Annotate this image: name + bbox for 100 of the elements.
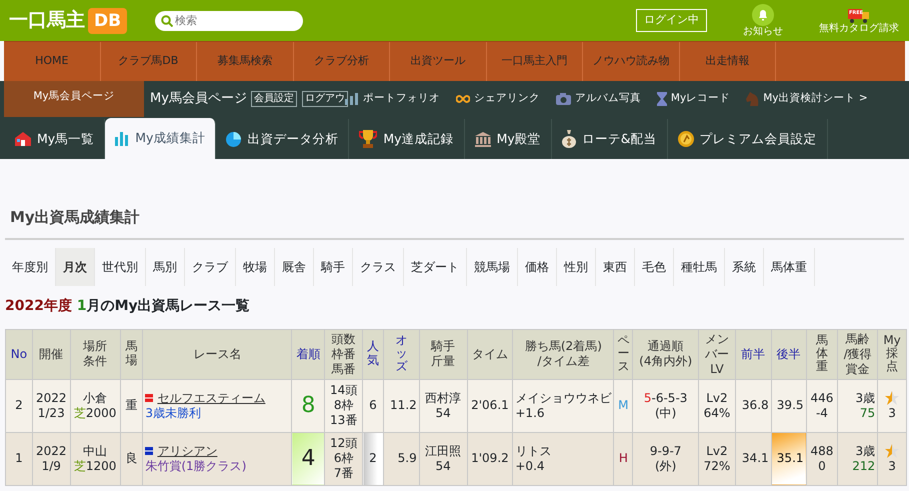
table-cell-text: 75 [858,406,876,420]
filter-tab[interactable]: 系統 [725,248,764,286]
column-header: 馬体重 [806,329,838,379]
trophy-icon [359,130,378,148]
column-header: /タイム差 [536,354,590,369]
column-header: 枠番 [330,346,357,362]
column-header: (4角内外) [638,354,694,369]
filter-tab[interactable]: 東西 [596,248,635,286]
horse-name-link[interactable]: セルフエスティーム [157,390,266,406]
column-header: /獲得 [842,346,873,362]
filter-tab[interactable]: 世代別 [95,248,146,286]
frame-color-mark [145,394,154,402]
frame-color-mark [145,447,154,455]
money-bag-icon [562,130,576,148]
column-header: My採点 [878,329,906,379]
filter-tab[interactable]: 牧場 [236,248,275,286]
table-cell: 35.1 [771,432,806,485]
filter-tab[interactable]: 種牡馬 [674,248,725,286]
column-header: タイム [467,329,513,379]
tab[interactable]: My殿堂 [464,119,552,159]
table-cell: 1 [6,432,32,485]
column-header: 賞金 [844,362,871,376]
filter-tab[interactable]: クラス [353,248,404,286]
filter-tab[interactable]: 価格 [518,248,557,286]
columned-building-icon [474,132,491,146]
filter-tab[interactable]: 性別 [557,248,596,286]
table-cell: 36.8 [735,379,772,432]
filter-tab[interactable]: 競馬場 [467,248,518,286]
table-cell: 5.9 [383,432,420,485]
race-name-link[interactable]: 朱竹賞(1勝クラス) [145,458,290,474]
table-cell: 2 [6,379,32,432]
table-cell: 39.5 [771,379,806,432]
pie-chart-icon [226,132,242,146]
table-cell-text: 3歳 [854,390,876,406]
filter-tab[interactable]: 馬別 [146,248,185,286]
member-link[interactable]: アルバム写真 [574,91,641,107]
column-header: 通過順 [646,339,685,354]
member-link[interactable]: My出資検討シート > [763,91,868,107]
member-link[interactable]: Myレコード [670,91,730,107]
section-heading: 2022年度 1月のMy出資馬レース一覧 [5,296,251,316]
table-cell-text: (中) [654,406,678,420]
tab[interactable]: My達成記録 [349,119,465,159]
settings-button[interactable]: 会員設定 [250,91,297,107]
member-page-title: My馬会員ページ [150,90,247,108]
column-header: 騎手 [430,339,456,354]
column-header: LV [709,362,725,376]
truck-icon [848,6,870,22]
sortable-column-header[interactable]: 前半 [735,329,772,379]
member-page-tab[interactable]: My馬会員ページ [4,81,144,117]
table-cell: M [614,379,633,432]
filter-tab[interactable]: 厩舎 [275,248,314,286]
sortable-column-header[interactable]: 後半 [771,329,806,379]
filter-tab[interactable]: 芝ダート [404,248,467,286]
bar-chart-icon [115,132,130,146]
chart-icon [344,93,359,105]
horse-name-link[interactable]: アリシアン [157,444,218,458]
table-cell: Lv2 72% [698,432,736,485]
table-cell: 12頭 6枠 7番 [324,432,363,485]
sortable-column-header[interactable]: 着順 [292,329,325,379]
house-icon [15,132,31,146]
table-cell: 6 [362,379,384,432]
table-cell-text: 5-6-5-3 [642,390,688,406]
filter-tab[interactable]: 月次 [56,248,95,286]
filter-tab[interactable]: クラブ [185,248,236,286]
table-cell: 1'09.2 [467,432,513,485]
member-link[interactable]: シェアリンク [474,91,540,107]
sortable-column-header[interactable]: オッズ [383,329,420,379]
tab[interactable]: プレミアム会員設定 [668,119,828,159]
table-cell-text: (外) [654,458,678,474]
column-header: 馬齢 [844,332,871,346]
table-cell: 良 [120,432,143,485]
member-link[interactable]: ポートフォリオ [362,91,440,107]
table-cell-text: 9-9-7 [648,444,682,458]
finish-cell: 4 [292,432,325,485]
table-cell: 2022 1/9 [32,432,70,485]
infinity-icon [456,95,470,103]
race-name-link[interactable]: 3歳未勝利 [145,406,290,420]
sortable-column-header[interactable]: 人気 [362,329,384,379]
tab[interactable]: My成績集計 [105,118,216,159]
column-header: 開催 [32,329,70,379]
filter-tab[interactable]: 騎手 [314,248,353,286]
coin-icon [678,131,694,147]
column-header: 頭数 [330,332,357,346]
column-header: ペース [614,329,633,379]
tab[interactable]: ローテ&配当 [552,119,668,159]
table-cell: 重 [120,379,143,432]
table-cell: リトス +0.4 [512,432,614,485]
column-header: メン [704,332,730,346]
column-header: 馬番 [330,362,357,376]
star-icon [885,391,900,406]
table-cell: 江田照 54 [419,432,467,485]
tab[interactable]: 出資データ分析 [216,119,350,159]
search-field[interactable]: 検索 [155,10,304,30]
filter-tab[interactable]: 毛色 [635,248,674,286]
sortable-column-header[interactable]: No [6,329,32,379]
column-header: 勝ち馬(2着馬) [524,339,603,354]
logout-button[interactable]: ログアウ [302,91,348,107]
table-cell-text: 芝2000 [72,406,118,420]
column-header: 条件 [82,354,108,369]
filter-tab[interactable]: 馬体重 [764,248,815,286]
